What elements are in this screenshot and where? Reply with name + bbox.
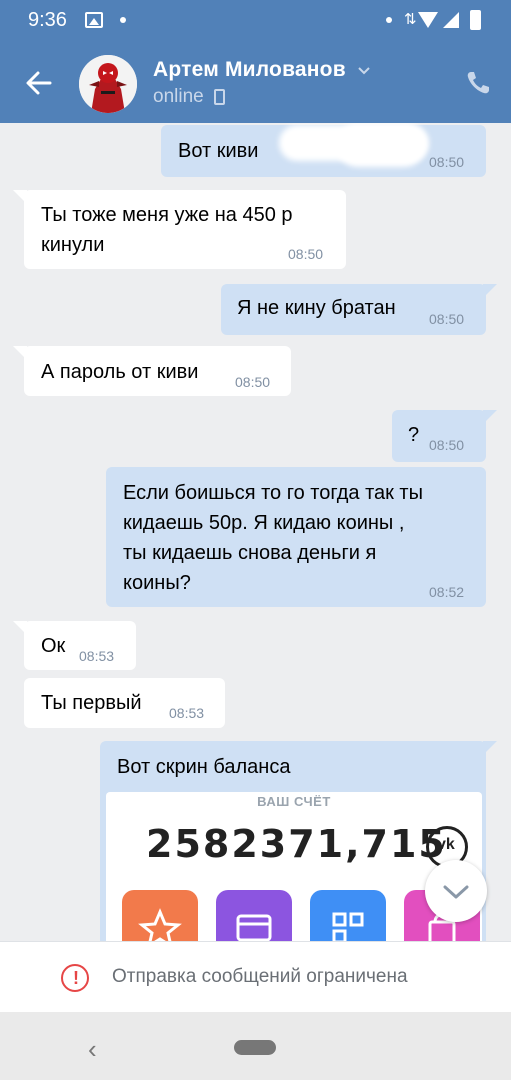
chevron-down-icon [443,885,469,899]
redaction-overlay [336,123,426,167]
message-text: Ты первый [41,692,142,714]
chat-title[interactable]: Артем Милованов [153,58,346,82]
scroll-to-bottom-button[interactable] [425,860,487,922]
message-text: кинули [41,234,105,256]
messaging-restricted-bar: ! Отправка сообщений ограничена [0,941,511,1012]
app-header: 9:36 ⇅ Артем Милованов online [0,0,511,123]
mobile-device-icon [214,89,225,105]
deadpool-avatar-image [79,55,137,113]
balance-caption: ВАШ СЧЁТ [257,794,331,809]
message-text: Вот киви [178,140,259,162]
balance-amount: 2582371,715 [146,822,447,866]
message-bubble-outgoing[interactable]: ? 08:50 [392,410,497,462]
chat-status: online [153,86,204,107]
message-time: 08:53 [169,705,205,721]
warning-icon: ! [61,964,89,992]
message-text: коины? [123,572,191,594]
message-bubble-incoming[interactable]: Ты тоже меня уже на 450 р кинули 08:50 [13,190,346,269]
messaging-restricted-text: Отправка сообщений ограничена [112,966,408,987]
message-bubble-incoming[interactable]: Ок 08:53 [13,621,136,670]
message-text: Если боишься то го тогда так ты [123,482,423,504]
phone-icon[interactable] [465,70,491,96]
status-time: 9:36 [28,9,67,31]
message-text: кидаешь 50р. Я кидаю коины , [123,512,405,534]
message-time: 08:52 [429,584,465,600]
message-text: Ок [41,635,66,657]
battery-icon [470,10,481,30]
message-time: 08:50 [429,437,465,453]
message-text: ты кидаешь снова деньги я [123,542,377,564]
data-transfer-icon: ⇅ [404,11,417,28]
message-time: 08:50 [235,374,271,390]
message-text: ? [408,424,420,446]
message-bubble-incoming[interactable]: Ты первый 08:53 [24,678,225,728]
message-bubble-outgoing[interactable]: Вот киви 08:50 [161,123,486,177]
status-dot-icon [386,17,392,23]
system-navigation-bar: ‹ [0,1012,511,1080]
wifi-icon [418,12,438,28]
message-bubble-outgoing[interactable]: Если боишься то го тогда так ты кидаешь … [106,467,486,607]
message-text: Ты тоже меня уже на 450 р [41,204,293,226]
message-time: 08:50 [429,154,465,170]
back-arrow-icon[interactable] [22,66,56,100]
cell-signal-icon [443,12,459,28]
message-time: 08:50 [288,246,324,262]
status-bar: 9:36 ⇅ [0,0,511,40]
nav-home-pill[interactable] [234,1040,276,1055]
chevron-down-icon[interactable] [357,64,371,78]
message-text: Вот скрин баланса [117,756,291,778]
message-bubble-outgoing[interactable]: Я не кину братан 08:50 [221,284,497,335]
nav-back-icon[interactable]: ‹ [88,1034,97,1065]
message-time: 08:50 [429,311,465,327]
message-text: А пароль от киви [41,361,199,383]
message-bubble-incoming[interactable]: А пароль от киви 08:50 [13,346,291,396]
message-text: Я не кину братан [237,297,396,319]
image-notification-icon [85,12,103,28]
avatar[interactable] [79,55,137,113]
notification-dot-icon [120,17,126,23]
message-time: 08:53 [79,648,115,664]
